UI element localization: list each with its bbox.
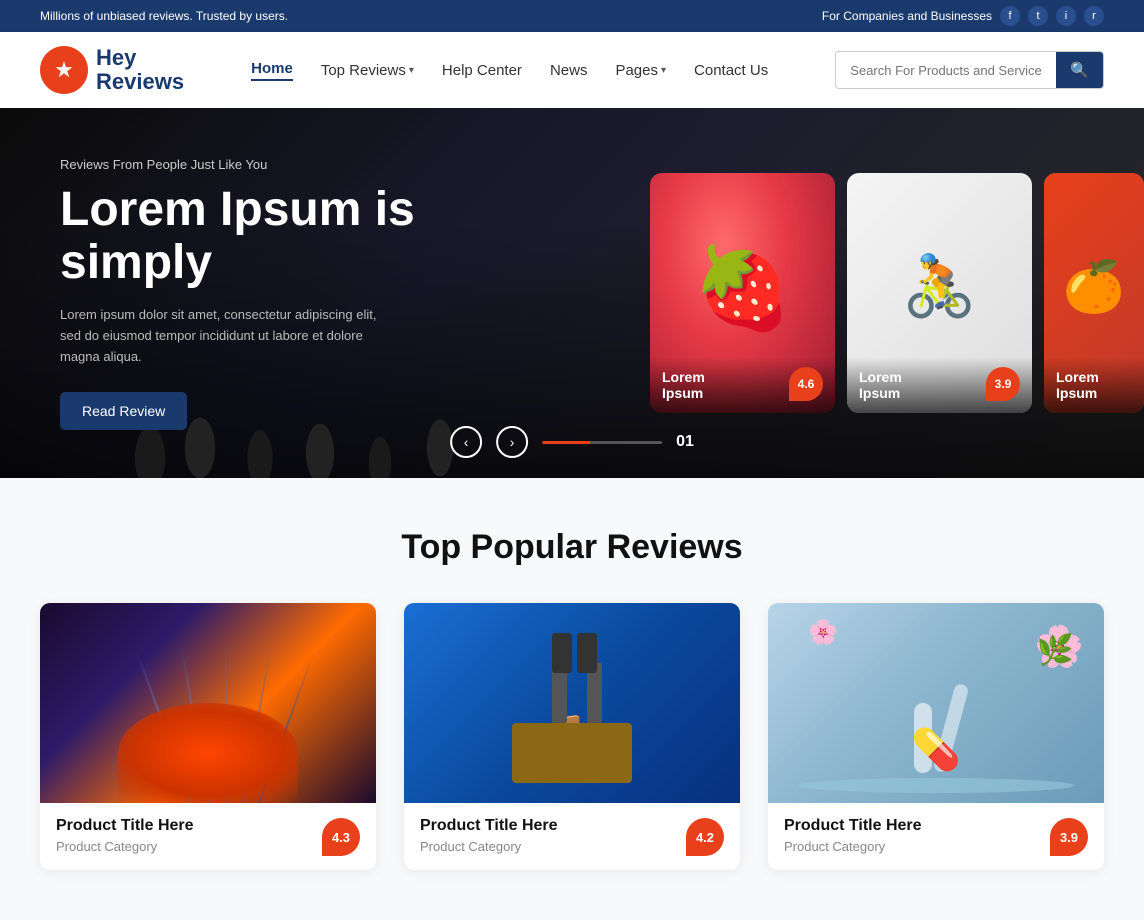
product-card-2-image [404,603,740,803]
hero-section: Reviews From People Just Like You Lorem … [0,108,1144,478]
product-card-1-info: Product Title Here Product Category 4.3 [40,803,376,870]
search-input[interactable] [836,55,1056,86]
product-card-1-category: Product Category [56,839,194,854]
pagination-bar [542,441,662,444]
product-card-2-rating: 4.2 [686,818,724,856]
product-card-1-text: Product Title Here Product Category [56,817,194,854]
header: ★ Hey Reviews Home Top Reviews ▾ Help Ce… [0,32,1144,108]
product-card-2-text: Product Title Here Product Category [420,817,558,854]
product-card-2-info: Product Title Here Product Category 4.2 [404,803,740,870]
chevron-down-icon-pages: ▾ [661,65,666,76]
product-card-1-title: Product Title Here [56,817,194,835]
search-button[interactable]: 🔍 [1056,52,1103,88]
main-content: Top Popular Reviews Product Title Here P… [0,478,1144,920]
hero-pagination: ‹ › 01 [450,426,694,458]
nav-news[interactable]: News [550,62,588,79]
pagination-number: 01 [676,433,694,451]
product-card-3-image: 🌿 🌸 [768,603,1104,803]
main-nav: Home Top Reviews ▾ Help Center News Page… [251,60,768,81]
product-card-3[interactable]: 🌿 🌸 Product Title Here Product Category … [768,603,1104,870]
product-card-1[interactable]: Product Title Here Product Category 4.3 [40,603,376,870]
top-bar: Millions of unbiased reviews. Trusted by… [0,0,1144,32]
product-card-3-title: Product Title Here [784,817,922,835]
product-cards-grid: Product Title Here Product Category 4.3 … [40,603,1104,870]
product-card-2[interactable]: Product Title Here Product Category 4.2 [404,603,740,870]
facebook-icon[interactable]: f [1000,6,1020,26]
nav-help-center[interactable]: Help Center [442,62,522,79]
hero-title: Lorem Ipsum is simply [60,184,460,290]
product-card-2-category: Product Category [420,839,558,854]
hero-card-3-info: LoremIpsum [1044,357,1144,413]
hero-cards: LoremIpsum 4.6 LoremIpsum 3.9 🍊 LoremIps… [650,108,1144,478]
product-card-3-text: Product Title Here Product Category [784,817,922,854]
read-review-button[interactable]: Read Review [60,392,187,430]
hero-content: Reviews From People Just Like You Lorem … [0,157,520,430]
reddit-icon[interactable]: r [1084,6,1104,26]
logo[interactable]: ★ Hey Reviews [40,46,184,94]
top-bar-right: For Companies and Businesses f t i r [822,6,1104,26]
logo-icon: ★ [40,46,88,94]
product-card-2-title: Product Title Here [420,817,558,835]
logo-text: Hey Reviews [96,46,184,94]
hero-description: Lorem ipsum dolor sit amet, consectetur … [60,305,380,367]
product-card-1-rating: 4.3 [322,818,360,856]
hero-subtitle: Reviews From People Just Like You [60,157,460,172]
hero-card-1[interactable]: LoremIpsum 4.6 [650,173,835,413]
product-card-1-image [40,603,376,803]
product-card-3-category: Product Category [784,839,922,854]
road-lines [40,603,376,803]
pagination-progress [542,441,662,444]
nav-pages[interactable]: Pages ▾ [615,62,666,79]
hero-card-2[interactable]: LoremIpsum 3.9 [847,173,1032,413]
instagram-icon[interactable]: i [1056,6,1076,26]
hero-card-3[interactable]: 🍊 LoremIpsum [1044,173,1144,413]
product-card-3-info: Product Title Here Product Category 3.9 [768,803,1104,870]
twitter-icon[interactable]: t [1028,6,1048,26]
top-bar-left: Millions of unbiased reviews. Trusted by… [40,9,288,23]
nav-contact[interactable]: Contact Us [694,62,768,79]
section-title: Top Popular Reviews [40,528,1104,567]
prev-slide-button[interactable]: ‹ [450,426,482,458]
top-bar-right-text: For Companies and Businesses [822,9,992,23]
nav-home[interactable]: Home [251,60,293,81]
nav-top-reviews[interactable]: Top Reviews ▾ [321,62,414,79]
hero-card-3-title: LoremIpsum [1056,369,1132,401]
search-bar: 🔍 [835,51,1104,89]
product-card-3-rating: 3.9 [1050,818,1088,856]
chevron-down-icon: ▾ [409,65,414,76]
next-slide-button[interactable]: › [496,426,528,458]
